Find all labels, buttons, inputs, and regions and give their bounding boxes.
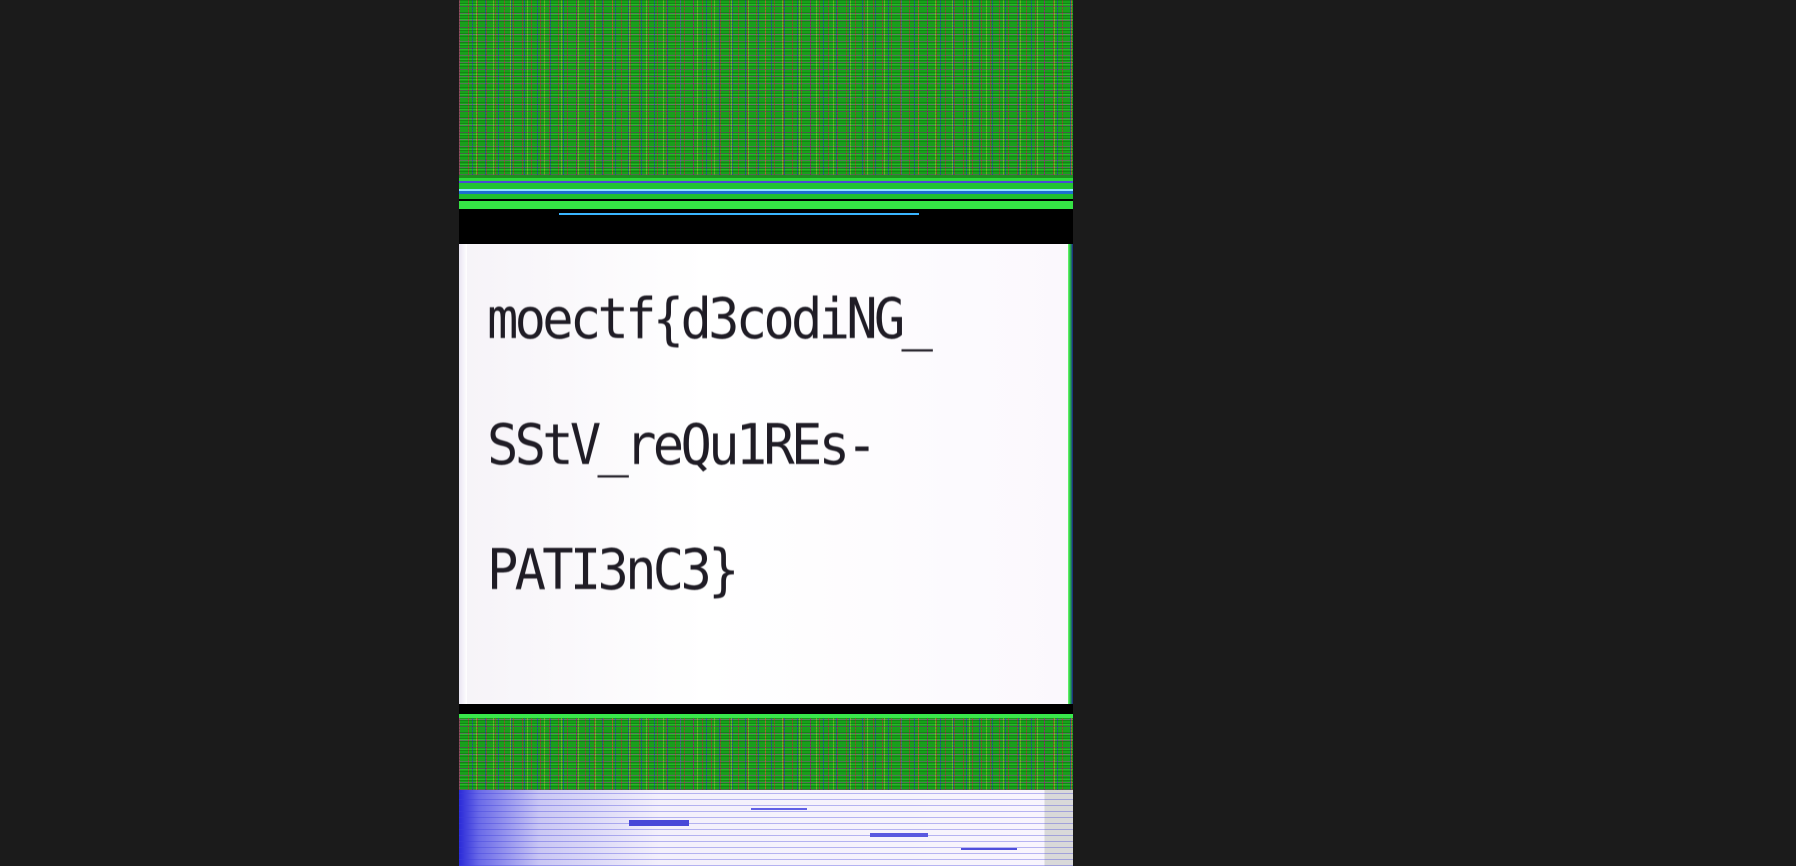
flag-line-3: PATI3nC3} xyxy=(487,538,739,603)
image-viewer: moectf{d3codiNG_ SStV_reQu1REs- PATI3nC3… xyxy=(0,0,1796,866)
flag-line-1: moectf{d3codiNG_ xyxy=(487,287,933,352)
flag-line-2: SStV_reQu1REs- xyxy=(487,413,878,478)
black-gap-divider xyxy=(459,704,1073,714)
bottom-noise-band xyxy=(459,714,1073,790)
signal-streak-band xyxy=(459,175,1073,235)
color-bleed-band xyxy=(459,790,1073,866)
top-noise-band xyxy=(459,0,1073,175)
flag-text-panel: moectf{d3codiNG_ SStV_reQu1REs- PATI3nC3… xyxy=(459,244,1073,704)
decoded-sstv-image: moectf{d3codiNG_ SStV_reQu1REs- PATI3nC3… xyxy=(459,0,1073,866)
